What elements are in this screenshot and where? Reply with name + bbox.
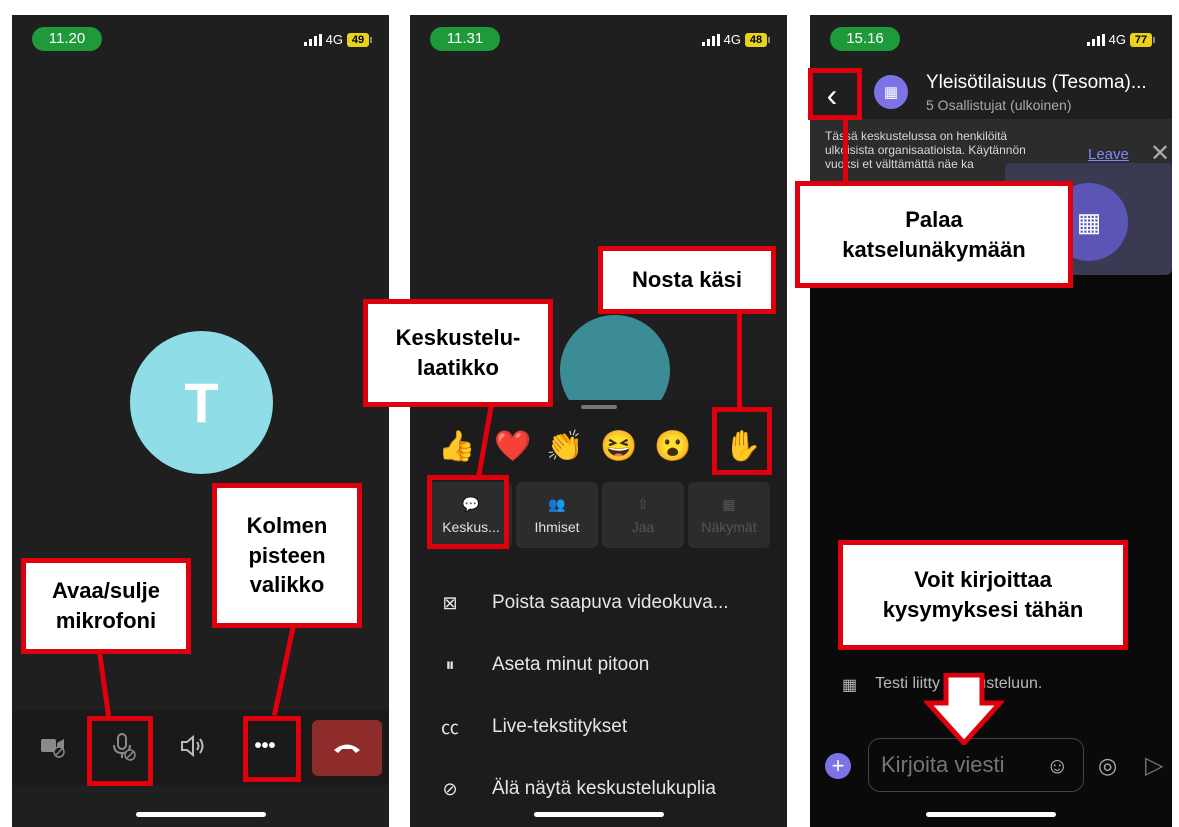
menu-item-label: Älä näytä keskustelukuplia bbox=[492, 778, 716, 799]
battery-icon: 77 bbox=[1130, 32, 1155, 47]
highlight-back bbox=[808, 68, 862, 120]
hang-up-icon bbox=[334, 744, 360, 753]
tile-views-label: Näkymät bbox=[701, 518, 757, 535]
annotation-chat-box: Keskustelu-laatikko bbox=[363, 299, 553, 407]
status-time: 11.31 bbox=[430, 27, 500, 51]
signal-bars-icon bbox=[701, 33, 720, 46]
highlight-more bbox=[243, 716, 301, 782]
menu-item-turn-off-incoming-video[interactable]: ⊠ Poista saapuva videokuva... bbox=[438, 583, 777, 623]
status-bar: 15.16 4G 77 bbox=[810, 15, 1172, 65]
signal-bars-icon bbox=[1086, 33, 1105, 46]
network-type: 4G bbox=[325, 32, 343, 47]
status-bar: 11.20 4G 49 bbox=[12, 15, 389, 65]
network-type: 4G bbox=[723, 32, 741, 47]
chat-subtitle: 5 Osallistujat (ulkoinen) bbox=[926, 97, 1072, 113]
annotation-mic: Avaa/sulje mikrofoni bbox=[21, 558, 191, 654]
menu-item-label: Aseta minut pitoon bbox=[492, 654, 650, 675]
views-icon: ▦ bbox=[722, 495, 736, 512]
highlight-chat-tile bbox=[427, 475, 509, 549]
status-time: 11.20 bbox=[32, 27, 102, 51]
tile-people-label: Ihmiset bbox=[534, 518, 580, 535]
send-icon[interactable]: ▷ bbox=[1145, 751, 1163, 780]
tile-views[interactable]: ▦ Näkymät bbox=[688, 482, 770, 548]
calendar-small-icon: ▦ bbox=[842, 677, 858, 694]
reaction-heart[interactable]: ❤️ bbox=[494, 427, 531, 467]
status-time: 15.16 bbox=[830, 27, 900, 51]
menu-item-hide-chat-bubbles[interactable]: ⊘ Älä näytä keskustelukuplia bbox=[438, 769, 777, 809]
tile-share-label: Jaa bbox=[631, 518, 655, 535]
tile-people[interactable]: 👥 Ihmiset bbox=[516, 482, 598, 548]
video-off-icon: ⊠ bbox=[442, 592, 458, 613]
share-icon: ⇧ bbox=[637, 495, 649, 512]
reaction-thumbs-up[interactable]: 👍 bbox=[438, 427, 475, 467]
banner-text: Tässä keskustelussa on henkilöitä ulkois… bbox=[825, 129, 1026, 171]
emoji-icon[interactable]: ☺ bbox=[1046, 753, 1068, 779]
battery-icon: 49 bbox=[347, 32, 372, 47]
highlight-mic bbox=[87, 716, 153, 786]
status-bar: 11.31 4G 48 bbox=[410, 15, 787, 65]
annotation-back: Palaa katselunäkymään bbox=[795, 181, 1073, 288]
network-type: 4G bbox=[1108, 32, 1126, 47]
participant-avatar: T bbox=[130, 331, 273, 474]
end-call-button[interactable] bbox=[312, 720, 382, 776]
home-indicator bbox=[533, 812, 664, 817]
call-controls-bar: ••• bbox=[12, 710, 389, 785]
chat-title[interactable]: Yleisötilaisuus (Tesoma)... bbox=[926, 72, 1147, 94]
leave-link[interactable]: Leave bbox=[1088, 146, 1129, 163]
menu-item-label: Live-tekstitykset bbox=[492, 716, 628, 737]
phone-call-screen: 11.20 4G 49 T ••• bbox=[12, 15, 389, 827]
annotation-type-question: Voit kirjoittaa kysymyksesi tähän bbox=[838, 540, 1128, 650]
annotation-raise-hand: Nosta käsi bbox=[598, 246, 776, 314]
signal-indicator: 4G 48 bbox=[701, 32, 770, 47]
menu-item-label: Poista saapuva videokuva... bbox=[492, 592, 729, 613]
connector-back bbox=[843, 118, 848, 184]
camera-off-icon[interactable] bbox=[32, 725, 74, 767]
reaction-laugh[interactable]: 😆 bbox=[600, 427, 637, 467]
home-indicator bbox=[926, 812, 1056, 817]
signal-indicator: 4G 77 bbox=[1086, 32, 1155, 47]
captions-icon: ㏄ bbox=[441, 718, 459, 738]
down-arrow-icon bbox=[924, 673, 1004, 745]
signal-indicator: 4G 49 bbox=[303, 32, 372, 47]
speaker-icon[interactable] bbox=[172, 725, 214, 767]
camera-icon[interactable]: ◎ bbox=[1098, 753, 1117, 779]
connector-hand bbox=[737, 312, 742, 408]
battery-icon: 48 bbox=[745, 32, 770, 47]
reaction-surprised[interactable]: 😮 bbox=[654, 427, 691, 467]
add-button[interactable]: + bbox=[825, 753, 851, 779]
reaction-clap[interactable]: 👏 bbox=[546, 427, 583, 467]
menu-item-hold[interactable]: ⏸ Aseta minut pitoon bbox=[438, 645, 777, 685]
highlight-raise-hand bbox=[712, 407, 772, 475]
signal-bars-icon bbox=[303, 33, 322, 46]
sheet-handle[interactable] bbox=[580, 405, 617, 409]
annotation-menu: Kolmen pisteen valikko bbox=[212, 483, 362, 628]
menu-item-live-captions[interactable]: ㏄ Live-tekstitykset bbox=[438, 707, 777, 747]
tile-share[interactable]: ⇧ Jaa bbox=[602, 482, 684, 548]
chat-bubble-off-icon: ⊘ bbox=[442, 778, 458, 799]
people-icon: 👥 bbox=[548, 495, 566, 512]
home-indicator bbox=[135, 812, 266, 817]
meeting-icon: ▦ bbox=[874, 75, 908, 109]
pause-icon: ⏸ bbox=[445, 654, 455, 675]
